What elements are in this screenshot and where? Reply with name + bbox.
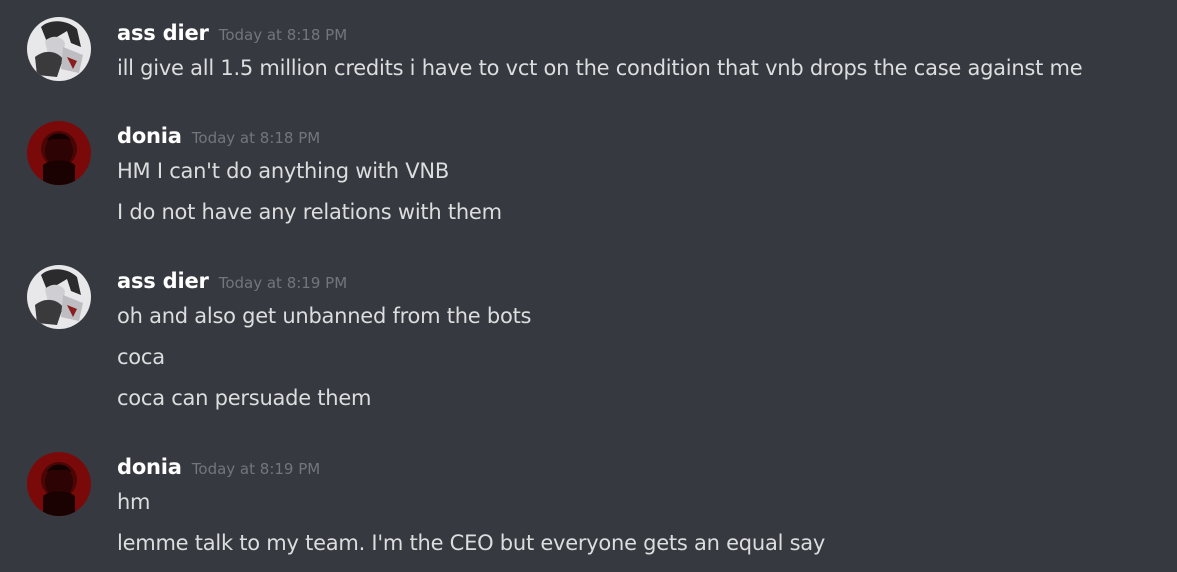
avatar[interactable] xyxy=(27,17,91,81)
timestamp: Today at 8:18 PM xyxy=(218,26,348,44)
avatar[interactable] xyxy=(27,265,91,329)
red-photo-avatar-icon xyxy=(27,452,91,516)
red-photo-avatar-icon xyxy=(27,121,91,185)
message-text: I do not have any relations with them xyxy=(117,200,502,224)
timestamp: Today at 8:19 PM xyxy=(218,274,348,292)
message-text: HM I can't do anything with VNB xyxy=(117,159,449,183)
username[interactable]: ass dier xyxy=(117,269,209,293)
avatar[interactable] xyxy=(27,121,91,185)
message-text: lemme talk to my team. I'm the CEO but e… xyxy=(117,531,826,555)
username[interactable]: ass dier xyxy=(117,21,209,45)
username[interactable]: donia xyxy=(117,455,182,479)
message-text: oh and also get unbanned from the bots xyxy=(117,304,532,328)
anime-character-avatar-icon xyxy=(27,265,91,329)
chat-messages: ass dier Today at 8:18 PM ill give all 1.… xyxy=(0,0,1177,572)
message-header: ass dier Today at 8:18 PM xyxy=(117,21,347,45)
message-text: coca can persuade them xyxy=(117,386,372,410)
anime-character-avatar-icon xyxy=(27,17,91,81)
message-text: coca xyxy=(117,345,165,369)
timestamp: Today at 8:19 PM xyxy=(191,460,321,478)
message-header: donia Today at 8:19 PM xyxy=(117,455,320,479)
timestamp: Today at 8:18 PM xyxy=(191,129,321,147)
message-text: hm xyxy=(117,490,151,514)
avatar[interactable] xyxy=(27,452,91,516)
message-text: ill give all 1.5 million credits i have … xyxy=(117,56,1083,80)
message-header: donia Today at 8:18 PM xyxy=(117,124,320,148)
username[interactable]: donia xyxy=(117,124,182,148)
message-header: ass dier Today at 8:19 PM xyxy=(117,269,347,293)
